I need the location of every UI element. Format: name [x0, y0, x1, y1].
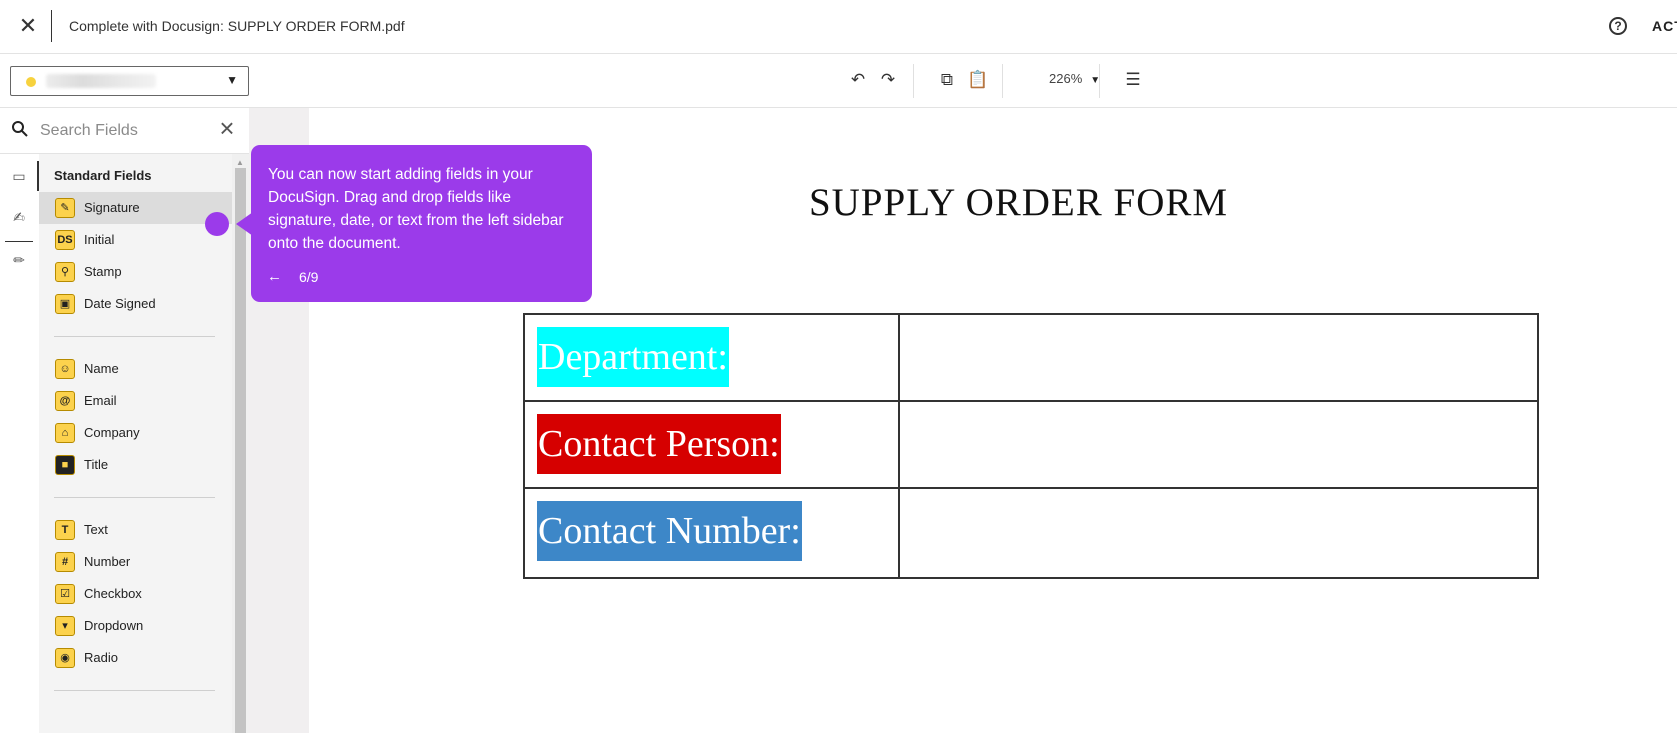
document-title: Complete with Docusign: SUPPLY ORDER FOR…	[69, 18, 405, 34]
hash-icon: #	[55, 552, 75, 572]
scrollbar-thumb[interactable]	[235, 168, 246, 733]
tooltip-text: You can now start adding fields in your …	[268, 166, 564, 252]
undo-icon[interactable]: ↶	[846, 68, 870, 92]
stamp-icon: ⚲	[55, 262, 75, 282]
zoom-value: 226%	[1049, 71, 1083, 86]
copy-icon[interactable]: ⧉	[935, 68, 959, 92]
radio-icon: ◉	[55, 648, 75, 668]
calendar-icon: ▣	[55, 294, 75, 314]
top-bar: ✕ Complete with Docusign: SUPPLY ORDER F…	[0, 0, 1677, 54]
field-label: Signature	[84, 200, 140, 215]
checkbox-icon: ☑	[55, 584, 75, 604]
form-input-cell[interactable]	[900, 489, 1537, 574]
form-table: Department: Contact Person: Contact Number…	[523, 313, 1539, 579]
field-item-dropdown[interactable]: ▾ Dropdown	[39, 610, 232, 642]
field-label: Number	[84, 554, 131, 569]
recipient-color-dot	[26, 77, 36, 87]
field-label: Text	[84, 522, 108, 537]
guide-hotspot[interactable]	[205, 212, 229, 236]
divider	[5, 241, 33, 242]
toolbar: ▼ ↶ ↷ ⧉ 📋 226% ▼ ☰	[0, 54, 1677, 108]
arrow-left-icon[interactable]: ←	[267, 268, 282, 285]
actions-menu-button[interactable]: ACT	[1652, 18, 1677, 34]
recipient-select[interactable]: ▼	[10, 66, 249, 96]
field-label: Dropdown	[84, 618, 144, 633]
form-row-label: Department:	[537, 327, 729, 387]
field-search: ×	[0, 108, 249, 154]
zoom-select[interactable]: 226% ▼	[1049, 71, 1100, 86]
standard-fields-panel: Standard Fields ✎ Signature DS Initial ⚲ Stam…	[39, 154, 232, 733]
field-label: Initial	[84, 232, 115, 247]
field-label: Stamp	[84, 264, 122, 279]
recipient-name-redacted	[46, 74, 156, 88]
comment-add-icon[interactable]: ☰	[1121, 68, 1145, 92]
field-item-number[interactable]: # Number	[39, 546, 232, 578]
left-rail: ▭ ✍ ✏	[0, 108, 39, 733]
field-item-radio[interactable]: ◉ Radio	[39, 642, 232, 674]
pencil-icon[interactable]: ✏	[8, 249, 30, 271]
pages-icon[interactable]: ▭	[8, 165, 30, 187]
divider	[51, 10, 52, 42]
fields-icon[interactable]: ✍	[8, 206, 30, 228]
field-label: Date Signed	[84, 296, 156, 311]
field-label: Checkbox	[84, 586, 142, 601]
field-item-initial[interactable]: DS Initial	[39, 224, 232, 256]
dropdown-icon: ▾	[55, 616, 75, 636]
divider	[1002, 64, 1003, 98]
field-item-checkbox[interactable]: ☑ Checkbox	[39, 578, 232, 610]
form-row-label: Contact Number:	[537, 501, 802, 561]
scroll-up-icon[interactable]: ▲	[236, 158, 244, 167]
group-divider	[54, 690, 215, 691]
field-item-text[interactable]: T Text	[39, 514, 232, 546]
guide-tooltip: You can now start adding fields in your …	[251, 145, 592, 302]
form-row-label: Contact Person:	[537, 414, 781, 474]
field-label: Radio	[84, 650, 118, 665]
panel-scrollbar[interactable]: ▲	[232, 154, 249, 733]
building-icon: ⌂	[55, 423, 75, 443]
initials-icon: DS	[55, 230, 75, 250]
paste-icon[interactable]: 📋	[966, 68, 990, 92]
search-icon	[12, 121, 28, 137]
field-item-email[interactable]: @ Email	[39, 385, 232, 417]
group-divider	[54, 497, 215, 498]
briefcase-icon: ■	[55, 455, 75, 475]
step-counter: 6/9	[299, 269, 319, 285]
form-input-cell[interactable]	[900, 315, 1537, 400]
field-label: Name	[84, 361, 119, 376]
group-divider	[54, 336, 215, 337]
help-icon[interactable]: ?	[1609, 17, 1627, 35]
chevron-down-icon: ▼	[226, 73, 238, 87]
field-item-company[interactable]: ⌂ Company	[39, 417, 232, 449]
field-item-date-signed[interactable]: ▣ Date Signed	[39, 288, 232, 320]
field-label: Company	[84, 425, 140, 440]
redo-icon[interactable]: ↷	[876, 68, 900, 92]
divider	[1099, 64, 1100, 98]
panel-heading: Standard Fields	[54, 168, 152, 183]
close-icon[interactable]: ×	[215, 115, 239, 141]
field-item-signature[interactable]: ✎ Signature	[39, 192, 232, 224]
search-input[interactable]	[40, 118, 200, 144]
form-input-cell[interactable]	[900, 402, 1537, 487]
divider	[913, 64, 914, 98]
at-icon: @	[55, 391, 75, 411]
text-icon: T	[55, 520, 75, 540]
field-item-title[interactable]: ■ Title	[39, 449, 232, 481]
field-item-stamp[interactable]: ⚲ Stamp	[39, 256, 232, 288]
field-item-name[interactable]: ☺ Name	[39, 353, 232, 385]
person-icon: ☺	[55, 359, 75, 379]
field-label: Email	[84, 393, 117, 408]
close-icon[interactable]: ✕	[16, 14, 40, 38]
field-label: Title	[84, 457, 109, 472]
pen-icon: ✎	[55, 198, 75, 218]
